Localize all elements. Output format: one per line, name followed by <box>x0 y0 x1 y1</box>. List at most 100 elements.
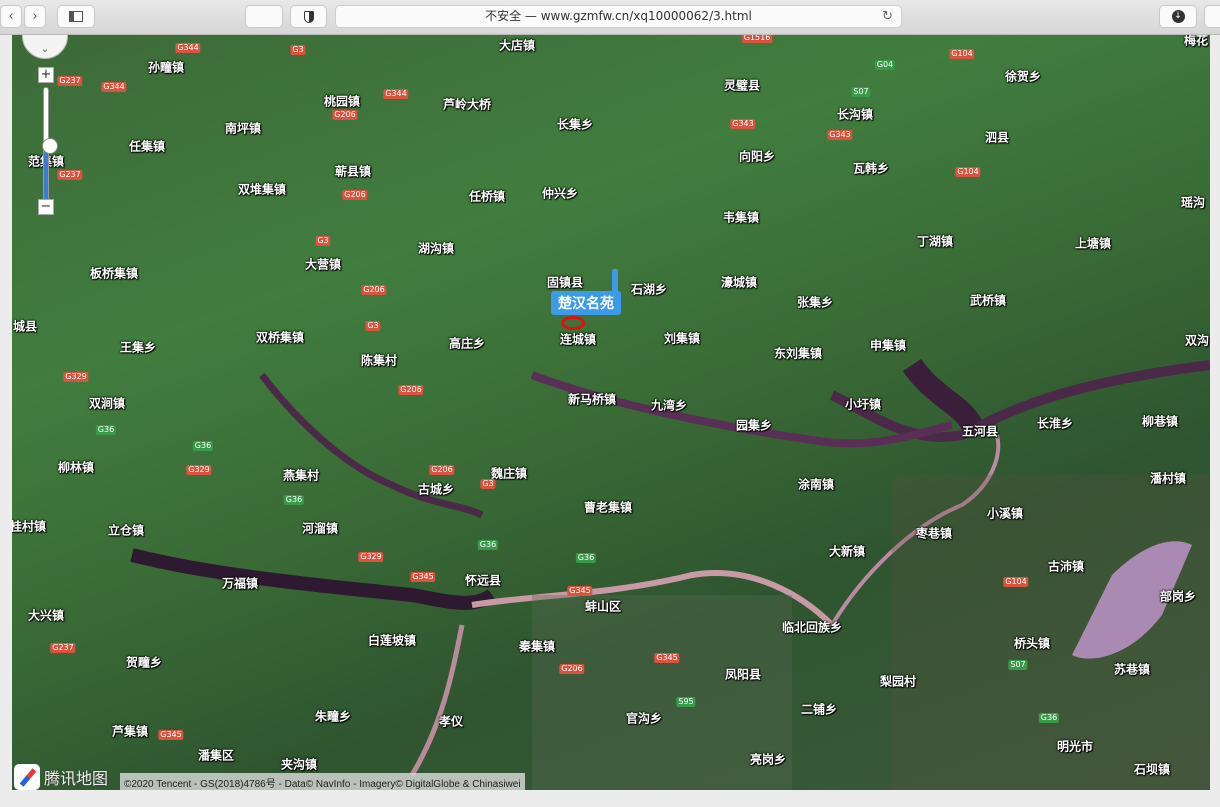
place-label[interactable]: 大新镇 <box>829 543 865 560</box>
place-label[interactable]: 双桥集镇 <box>256 329 304 346</box>
place-label[interactable]: 城县 <box>13 318 37 335</box>
place-label[interactable]: 蚌山区 <box>585 598 621 615</box>
place-label[interactable]: 向阳乡 <box>739 148 775 165</box>
place-label[interactable]: 长淮乡 <box>1037 415 1073 432</box>
tencent-map-logo[interactable]: 腾讯地图 <box>14 764 108 790</box>
place-label[interactable]: 涂南镇 <box>798 476 834 493</box>
place-label[interactable]: 板桥集镇 <box>90 265 138 282</box>
place-label[interactable]: 苏巷镇 <box>1114 661 1150 678</box>
place-label[interactable]: 亮岗乡 <box>750 751 786 768</box>
place-label[interactable]: 临北回族乡 <box>782 619 842 636</box>
place-label[interactable]: 秦集镇 <box>519 638 555 655</box>
place-label[interactable]: 武桥镇 <box>970 292 1006 309</box>
place-label[interactable]: 部岗乡 <box>1160 588 1196 605</box>
place-label[interactable]: 朱疃乡 <box>315 708 351 725</box>
place-label[interactable]: 柳巷镇 <box>1142 413 1178 430</box>
place-label[interactable]: 仲兴乡 <box>542 185 578 202</box>
place-label[interactable]: 长沟镇 <box>837 106 873 123</box>
place-label[interactable]: 孙疃镇 <box>148 59 184 76</box>
place-label[interactable]: 园集乡 <box>736 417 772 434</box>
place-label[interactable]: 陈集村 <box>361 352 397 369</box>
place-label[interactable]: 固镇县 <box>547 274 583 291</box>
place-label[interactable]: 孝仪 <box>439 713 463 730</box>
place-label[interactable]: 南坪镇 <box>225 120 261 137</box>
place-label[interactable]: 石湖乡 <box>631 281 667 298</box>
place-label[interactable]: 大店镇 <box>499 37 535 54</box>
place-label[interactable]: 明光市 <box>1057 738 1093 755</box>
downloads-button[interactable]: ↓ <box>1159 5 1197 28</box>
place-label[interactable]: 任桥镇 <box>469 188 505 205</box>
address-bar[interactable]: 不安全 — www.gzmfw.cn/xq10000062/3.html ↻ <box>335 5 902 28</box>
place-label[interactable]: 潘集区 <box>198 747 234 764</box>
place-label[interactable]: 瓦韩乡 <box>853 160 889 177</box>
tab-button[interactable] <box>245 5 283 28</box>
place-label[interactable]: 古沛镇 <box>1048 558 1084 575</box>
place-label[interactable]: 泗县 <box>985 129 1009 146</box>
privacy-shield-button[interactable] <box>290 5 327 28</box>
place-label[interactable]: 石坝镇 <box>1134 761 1170 778</box>
reload-icon[interactable]: ↻ <box>882 6 893 27</box>
place-label[interactable]: 任集镇 <box>129 138 165 155</box>
place-label[interactable]: 东刘集镇 <box>774 345 822 362</box>
tabs-overview-button[interactable] <box>1204 5 1220 28</box>
place-label[interactable]: 怀远县 <box>465 572 501 589</box>
place-label[interactable]: 桥头镇 <box>1014 635 1050 652</box>
place-label[interactable]: 燕集村 <box>283 467 319 484</box>
place-label[interactable]: 灵璧县 <box>724 77 760 94</box>
place-label[interactable]: 立仓镇 <box>108 522 144 539</box>
place-label[interactable]: 五河县 <box>962 423 998 440</box>
zoom-slider[interactable] <box>42 87 58 213</box>
place-label[interactable]: 大营镇 <box>305 256 341 273</box>
place-label[interactable]: 桃园镇 <box>324 93 360 110</box>
place-label[interactable]: 芦岭大桥 <box>443 96 491 113</box>
place-label[interactable]: 大兴镇 <box>28 607 64 624</box>
place-label[interactable]: 双涧镇 <box>89 395 125 412</box>
place-label[interactable]: 潘村镇 <box>1150 470 1186 487</box>
zoom-out-button[interactable]: − <box>38 199 54 215</box>
place-label[interactable]: 徐贺乡 <box>1005 68 1041 85</box>
place-label[interactable]: 连城镇 <box>560 331 596 348</box>
place-label[interactable]: 湖沟镇 <box>418 240 454 257</box>
marker-label[interactable]: 楚汉名苑 <box>551 291 621 315</box>
place-label[interactable]: 九湾乡 <box>651 397 687 414</box>
place-label[interactable]: 韦集镇 <box>723 209 759 226</box>
place-label[interactable]: 梨园村 <box>880 673 916 690</box>
place-label[interactable]: 二铺乡 <box>801 701 837 718</box>
place-label[interactable]: 芦集镇 <box>112 723 148 740</box>
place-label[interactable]: 梅花 <box>1184 35 1208 49</box>
place-label[interactable]: 双沟 <box>1185 332 1209 349</box>
place-label[interactable]: 长集乡 <box>557 116 593 133</box>
place-label[interactable]: 柳林镇 <box>58 459 94 476</box>
place-label[interactable]: 白莲坡镇 <box>368 632 416 649</box>
place-label[interactable]: 河溜镇 <box>302 520 338 537</box>
place-label[interactable]: 张集乡 <box>797 294 833 311</box>
place-label[interactable]: 刘集镇 <box>664 330 700 347</box>
place-label[interactable]: 申集镇 <box>870 337 906 354</box>
place-label[interactable]: 桂村镇 <box>12 518 46 535</box>
place-label[interactable]: 小溪镇 <box>987 505 1023 522</box>
place-label[interactable]: 双堆集镇 <box>238 181 286 198</box>
forward-button[interactable]: › <box>24 5 46 28</box>
location-marker-icon[interactable] <box>561 316 585 330</box>
place-label[interactable]: 王集乡 <box>120 339 156 356</box>
back-button[interactable]: ‹ <box>0 5 22 28</box>
place-label[interactable]: 万福镇 <box>222 575 258 592</box>
satellite-map[interactable]: 大店镇孙疃镇桃园镇芦岭大桥灵璧县徐贺乡南坪镇长集乡长沟镇任集镇向阳乡泗县范集镇蕲… <box>12 35 1210 790</box>
place-label[interactable]: 瑶沟 <box>1181 194 1205 211</box>
place-label[interactable]: 贺疃乡 <box>126 654 162 671</box>
place-label[interactable]: 高庄乡 <box>449 335 485 352</box>
place-label[interactable]: 曹老集镇 <box>584 499 632 516</box>
place-label[interactable]: 小圩镇 <box>845 396 881 413</box>
place-label[interactable]: 新马桥镇 <box>568 391 616 408</box>
place-label[interactable]: 濠城镇 <box>721 274 757 291</box>
zoom-in-button[interactable]: + <box>38 67 54 83</box>
place-label[interactable]: 枣巷镇 <box>916 525 952 542</box>
place-label[interactable]: 蕲县镇 <box>335 163 371 180</box>
place-label[interactable]: 官沟乡 <box>626 710 662 727</box>
sidebar-button[interactable] <box>57 5 95 28</box>
place-label[interactable]: 夹沟镇 <box>281 756 317 773</box>
place-label[interactable]: 丁湖镇 <box>917 233 953 250</box>
zoom-slider-handle[interactable] <box>42 137 58 154</box>
place-label[interactable]: 魏庄镇 <box>491 465 527 482</box>
place-label[interactable]: 凤阳县 <box>725 666 761 683</box>
